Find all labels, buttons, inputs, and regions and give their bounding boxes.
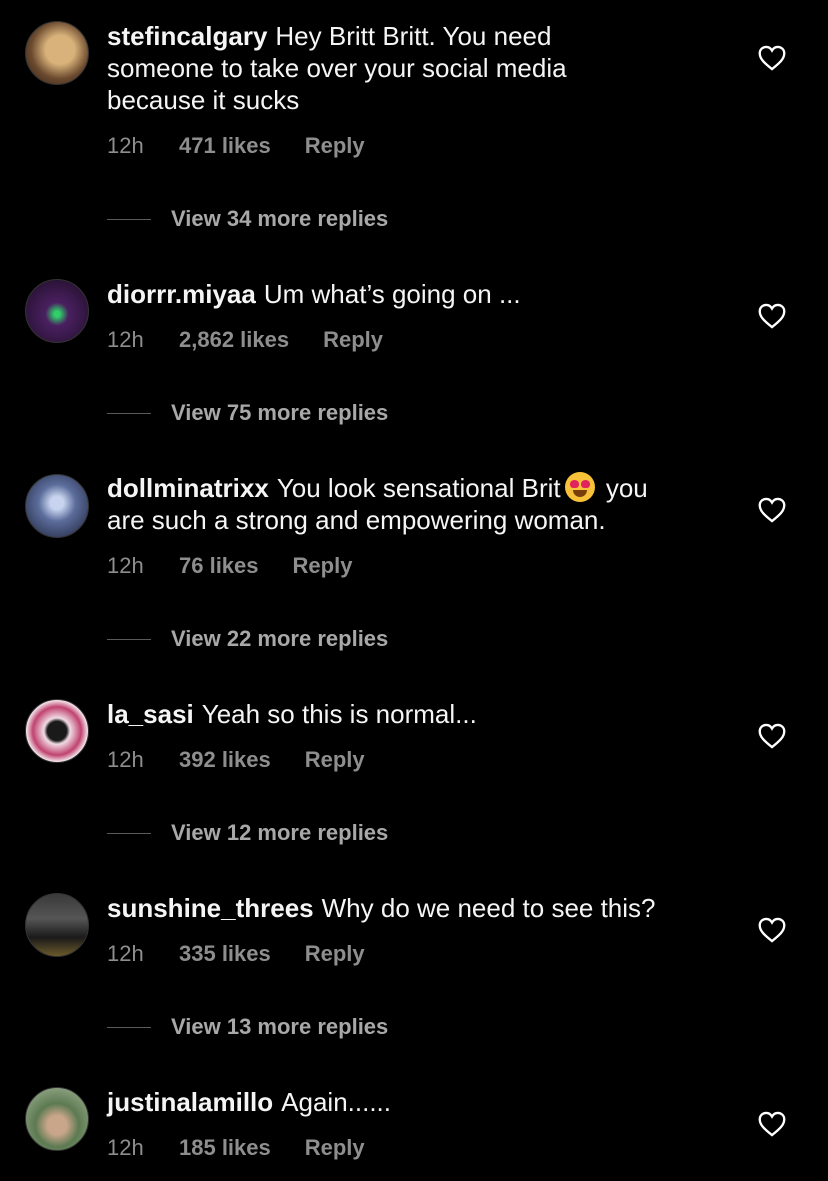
view-replies-label: View 13 more replies (171, 1014, 389, 1039)
replies-divider (107, 638, 151, 640)
comment-likes[interactable]: 335 likes (179, 941, 271, 967)
comment-meta: 12h 76 likes Reply (107, 553, 352, 579)
comment-body: Hey Britt Britt. You need (275, 21, 552, 51)
reply-button[interactable]: Reply (305, 1135, 365, 1161)
comment-body: are such a strong and empowering woman. (107, 505, 606, 535)
replies-divider (107, 412, 151, 414)
comment-body: because it sucks (107, 85, 300, 115)
view-replies-button[interactable]: View 12 more replies (107, 820, 388, 846)
avatar[interactable] (25, 893, 89, 957)
reply-button[interactable]: Reply (323, 327, 383, 353)
avatar[interactable] (25, 1087, 89, 1151)
comment-likes[interactable]: 76 likes (179, 553, 259, 579)
replies-divider (107, 832, 151, 834)
comment-time: 12h (107, 941, 144, 966)
comment-likes[interactable]: 2,862 likes (179, 327, 289, 353)
comment-username[interactable]: sunshine_threes (107, 893, 314, 923)
heart-eyes-emoji-icon (564, 472, 595, 502)
comment-time: 12h (107, 553, 144, 578)
avatar[interactable] (25, 699, 89, 763)
heart-outline-icon[interactable] (758, 917, 786, 943)
comment-time: 12h (107, 1135, 144, 1160)
comment-body: someone to take over your social media (107, 53, 567, 83)
comment-username[interactable]: la_sasi (107, 699, 194, 729)
comment-text: dollminatrixx You look sensational Brit y… (107, 472, 717, 536)
view-replies-label: View 34 more replies (171, 206, 389, 231)
reply-button[interactable]: Reply (305, 747, 365, 773)
comment-likes[interactable]: 392 likes (179, 747, 271, 773)
comment-likes[interactable]: 471 likes (179, 133, 271, 159)
comment-time: 12h (107, 133, 144, 158)
reply-button[interactable]: Reply (293, 553, 353, 579)
reply-button[interactable]: Reply (305, 133, 365, 159)
comment-meta: 12h 392 likes Reply (107, 747, 365, 773)
comment-body: Why do we need to see this? (321, 893, 656, 923)
reply-button[interactable]: Reply (305, 941, 365, 967)
view-replies-label: View 75 more replies (171, 400, 389, 425)
comment-text: la_sasi Yeah so this is normal... (107, 698, 717, 730)
view-replies-label: View 22 more replies (171, 626, 389, 651)
comment-meta: 12h 471 likes Reply (107, 133, 365, 159)
comment-meta: 12h 185 likes Reply (107, 1135, 365, 1161)
heart-outline-icon[interactable] (758, 723, 786, 749)
view-replies-button[interactable]: View 34 more replies (107, 206, 388, 232)
replies-divider (107, 1026, 151, 1028)
comment-body: you (598, 473, 648, 503)
heart-outline-icon[interactable] (758, 303, 786, 329)
comment-username[interactable]: dollminatrixx (107, 473, 269, 503)
comment-text: sunshine_threes Why do we need to see thi… (107, 892, 717, 924)
avatar[interactable] (25, 21, 89, 85)
comment-time: 12h (107, 327, 144, 352)
comment-text: stefincalgary Hey Britt Britt. You need s… (107, 20, 717, 116)
heart-outline-icon[interactable] (758, 1111, 786, 1137)
view-replies-button[interactable]: View 13 more replies (107, 1014, 388, 1040)
avatar[interactable] (25, 474, 89, 538)
comment-likes[interactable]: 185 likes (179, 1135, 271, 1161)
view-replies-label: View 12 more replies (171, 820, 389, 845)
replies-divider (107, 218, 151, 220)
comment-username[interactable]: justinalamillo (107, 1087, 273, 1117)
comment-body: Um what’s going on ... (263, 279, 521, 309)
comment-body: You look sensational Brit (276, 473, 561, 503)
view-replies-button[interactable]: View 22 more replies (107, 626, 388, 652)
avatar[interactable] (25, 279, 89, 343)
comment-username[interactable]: diorrr.miyaa (107, 279, 256, 309)
heart-outline-icon[interactable] (758, 45, 786, 71)
comment-meta: 12h 2,862 likes Reply (107, 327, 383, 353)
comment-text: justinalamillo Again...... (107, 1086, 717, 1118)
comment-text: diorrr.miyaa Um what’s going on ... (107, 278, 717, 310)
heart-outline-icon[interactable] (758, 497, 786, 523)
comment-body: Yeah so this is normal... (201, 699, 477, 729)
comment-username[interactable]: stefincalgary (107, 21, 267, 51)
comment-meta: 12h 335 likes Reply (107, 941, 365, 967)
view-replies-button[interactable]: View 75 more replies (107, 400, 388, 426)
comment-time: 12h (107, 747, 144, 772)
comment-body: Again...... (281, 1087, 391, 1117)
